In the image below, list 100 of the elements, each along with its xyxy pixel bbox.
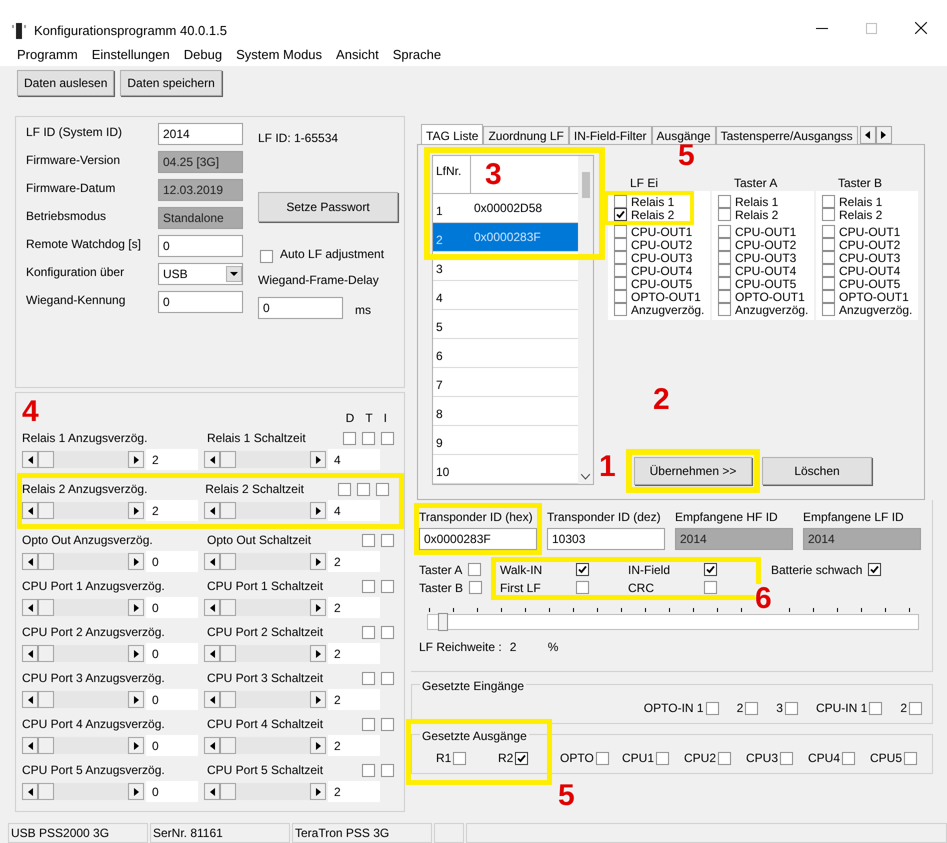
- tab[interactable]: Ausgänge: [652, 126, 716, 144]
- checkbox[interactable]: [362, 580, 375, 592]
- checkbox[interactable]: [704, 563, 717, 576]
- checkbox[interactable]: [357, 482, 370, 496]
- checkbox[interactable]: [822, 238, 835, 251]
- checkbox[interactable]: [745, 702, 758, 714]
- value-field[interactable]: 2: [146, 500, 198, 521]
- checkbox[interactable]: [718, 303, 731, 316]
- checkbox[interactable]: [614, 303, 627, 316]
- scrollbar[interactable]: [204, 783, 326, 800]
- input-field[interactable]: 0: [158, 291, 243, 313]
- scrollbar[interactable]: [22, 451, 144, 468]
- scroll-thumb[interactable]: [220, 737, 236, 754]
- checkbox[interactable]: [780, 752, 794, 764]
- right-arrow-button[interactable]: [310, 783, 326, 800]
- right-arrow-button[interactable]: [128, 645, 144, 662]
- scrollbar[interactable]: [22, 783, 144, 800]
- tab[interactable]: IN-Field-Filter: [568, 126, 652, 144]
- left-arrow-button[interactable]: [22, 553, 38, 570]
- checkbox[interactable]: [381, 718, 394, 730]
- scroll-thumb[interactable]: [582, 172, 590, 198]
- scrollbar[interactable]: [204, 553, 326, 570]
- right-arrow-button[interactable]: [128, 451, 144, 468]
- scroll-thumb[interactable]: [38, 645, 54, 662]
- dropdown[interactable]: USB: [158, 263, 243, 285]
- checkbox[interactable]: [362, 718, 375, 730]
- left-arrow-button[interactable]: [204, 691, 220, 708]
- checkbox[interactable]: [362, 764, 375, 776]
- scrollbar[interactable]: [22, 553, 144, 570]
- maximize-icon[interactable]: [866, 22, 877, 34]
- checkbox[interactable]: [718, 290, 731, 303]
- scroll-thumb[interactable]: [220, 502, 236, 519]
- checkbox[interactable]: [614, 238, 627, 251]
- left-arrow-button[interactable]: [22, 451, 38, 468]
- checkbox[interactable]: [381, 534, 394, 546]
- value-field[interactable]: 4: [328, 500, 380, 521]
- button[interactable]: Löschen: [762, 457, 872, 485]
- value-field[interactable]: 2: [328, 689, 380, 710]
- scrollbar[interactable]: [204, 645, 326, 662]
- checkbox[interactable]: [362, 626, 375, 638]
- checkbox[interactable]: [909, 702, 922, 714]
- left-arrow-button[interactable]: [22, 691, 38, 708]
- scrollbar[interactable]: [22, 691, 144, 708]
- right-arrow-button[interactable]: [128, 553, 144, 570]
- checkbox[interactable]: [822, 290, 835, 303]
- checkbox[interactable]: [784, 702, 798, 714]
- scroll-thumb[interactable]: [38, 599, 54, 616]
- right-arrow-button[interactable]: [128, 502, 144, 519]
- checkbox[interactable]: [362, 534, 375, 546]
- button[interactable]: Setze Passwort: [258, 192, 398, 222]
- value-field[interactable]: 0: [146, 689, 198, 710]
- scrollbar[interactable]: [204, 502, 326, 519]
- left-arrow-button[interactable]: [204, 451, 220, 468]
- checkbox[interactable]: [822, 251, 835, 264]
- checkbox[interactable]: [614, 277, 627, 290]
- checkbox[interactable]: [576, 581, 589, 594]
- right-arrow-button[interactable]: [310, 599, 326, 616]
- checkbox[interactable]: [822, 277, 835, 290]
- checkbox[interactable]: [706, 702, 719, 714]
- value-field[interactable]: 0: [146, 781, 198, 802]
- menu-item[interactable]: System Modus: [236, 45, 322, 65]
- value-field[interactable]: 2: [328, 735, 380, 756]
- scroll-thumb[interactable]: [220, 451, 236, 468]
- checkbox[interactable]: [718, 208, 731, 221]
- input-field[interactable]: 0x0000283F: [419, 528, 537, 550]
- menu-item[interactable]: Programm: [17, 45, 78, 65]
- checkbox[interactable]: [718, 277, 731, 290]
- value-field[interactable]: 0: [146, 643, 198, 664]
- right-arrow-button[interactable]: [128, 691, 144, 708]
- left-arrow-button[interactable]: [204, 502, 220, 519]
- input-field[interactable]: 10303: [547, 528, 665, 550]
- checkbox[interactable]: [381, 626, 394, 638]
- table-row[interactable]: 2 0x0000283F: [433, 223, 578, 252]
- checkbox[interactable]: [362, 672, 375, 684]
- right-arrow-button[interactable]: [310, 645, 326, 662]
- scroll-thumb[interactable]: [38, 553, 54, 570]
- checkbox[interactable]: [381, 764, 394, 776]
- scroll-thumb[interactable]: [38, 691, 54, 708]
- value-field[interactable]: 2: [328, 551, 380, 572]
- close-icon[interactable]: [915, 22, 927, 34]
- checkbox[interactable]: [869, 702, 882, 714]
- scrollbar[interactable]: [22, 599, 144, 616]
- scroll-thumb[interactable]: [38, 737, 54, 754]
- right-arrow-button[interactable]: [876, 126, 892, 144]
- checkbox[interactable]: [822, 208, 835, 221]
- value-field[interactable]: 2: [328, 781, 380, 802]
- value-field[interactable]: 2: [146, 449, 198, 470]
- value-field[interactable]: 0: [146, 551, 198, 572]
- left-arrow-button[interactable]: [22, 502, 38, 519]
- checkbox[interactable]: [381, 432, 394, 444]
- right-arrow-button[interactable]: [128, 737, 144, 754]
- value-field[interactable]: 2: [328, 597, 380, 618]
- checkbox[interactable]: [515, 752, 528, 764]
- checkbox[interactable]: [822, 303, 835, 316]
- checkbox[interactable]: [842, 752, 856, 764]
- checkbox[interactable]: [614, 195, 627, 208]
- button[interactable]: Daten auslesen: [17, 70, 114, 96]
- scroll-thumb[interactable]: [220, 645, 236, 662]
- checkbox[interactable]: [596, 752, 609, 764]
- right-arrow-button[interactable]: [310, 691, 326, 708]
